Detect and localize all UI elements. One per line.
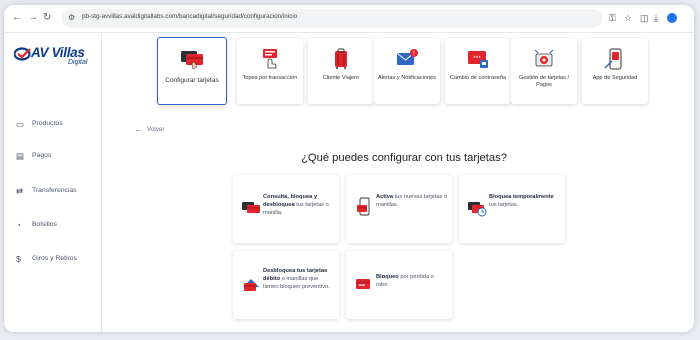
password-icon: ***: [468, 51, 488, 68]
option-card-desbloquea-debito[interactable]: Desbloquea tus tarjetas débito o manilla…: [233, 251, 339, 319]
logo-brand: AV Villas: [31, 45, 85, 60]
temporary-lock-icon: [468, 202, 487, 217]
sidebar-item-productos[interactable]: ▭ Productos: [4, 117, 102, 133]
arrow-left-icon: ←: [134, 124, 143, 134]
sidebar-item-label: Transferencias: [32, 187, 77, 194]
sidebar-item-label: Productos: [32, 120, 63, 127]
browser-toolbar: ← → ↻ ⚙ pb-stg-avvillas.avaldigitallabs.…: [4, 5, 694, 33]
sidebar-item-transferencias[interactable]: ⇄ Transferencias: [4, 184, 102, 200]
sidebar-item-bolsillos[interactable]: ◔ Bolsillos: [4, 218, 102, 234]
top-menu: Configurar tarjetas Topes por transacció…: [154, 37, 648, 108]
tab-cliente-viajero[interactable]: Cliente Viajero: [308, 38, 374, 104]
svg-text:***: ***: [473, 56, 481, 62]
back-link[interactable]: ← Volver: [134, 124, 165, 134]
limits-icon: [263, 49, 277, 69]
card-text: Bloqueo por pérdida o robo.: [376, 274, 434, 288]
tab-alertas-notificaciones[interactable]: ! Alertas y Notificaciones: [374, 38, 440, 104]
card-text: Bloquea temporalmente tus tarjetas.: [489, 194, 554, 208]
star-icon[interactable]: ☆: [624, 12, 632, 24]
cards-hand-icon: [181, 51, 203, 70]
tab-label: Cambio de contraseña: [449, 75, 507, 81]
transfer-icon: ⇄: [16, 186, 24, 196]
security-app-icon: [604, 48, 622, 70]
card-text: Consulta, bloquea y desbloquea tus tarje…: [263, 194, 329, 216]
card-text: Desbloquea tus tarjetas débito o manilla…: [263, 268, 330, 290]
tab-label: Topes por transacción: [242, 75, 298, 81]
logo-sub: Digital: [68, 59, 88, 66]
av-villas-logo-mark-icon: [14, 47, 31, 61]
pocket-icon: ◔: [16, 220, 22, 230]
download-icon[interactable]: ⤓: [654, 12, 658, 24]
option-card-bloquea-temporal[interactable]: Bloquea temporalmente tus tarjetas.: [459, 175, 565, 243]
option-card-activa[interactable]: Activa tus nuevas tarjetas o manillas.: [346, 175, 452, 243]
tab-configurar-tarjetas[interactable]: Configurar tarjetas: [157, 37, 227, 105]
extensions-icon[interactable]: ◫: [640, 12, 649, 24]
option-card-bloqueo-perdida[interactable]: Bloqueo por pérdida o robo.: [346, 251, 452, 319]
sidebar: AV Villas Digital ▭ Productos ▤ Pagos ⇄ …: [4, 33, 102, 332]
sidebar-item-label: Pagos: [32, 152, 52, 159]
address-bar[interactable]: ⚙ pb-stg-avvillas.avaldigitallabs.com/ba…: [62, 9, 602, 28]
product-icon: ▭: [16, 119, 25, 129]
tab-app-seguridad[interactable]: App de Seguridad: [582, 38, 648, 104]
option-card-consulta[interactable]: Consulta, bloquea y desbloquea tus tarje…: [233, 175, 339, 243]
sidebar-item-giros-retiros[interactable]: $ Giros y Retiros: [4, 252, 102, 268]
back-label: Volver: [147, 126, 165, 133]
cards-icon: [242, 202, 260, 213]
tab-label: Configurar tarjetas: [165, 77, 219, 84]
sidebar-item-pagos[interactable]: ▤ Pagos: [4, 149, 102, 165]
tab-label: App de Seguridad: [592, 75, 638, 81]
arrow-left-icon[interactable]: ←: [12, 11, 22, 25]
svg-text:!: !: [413, 50, 415, 57]
tab-label: Cliente Viajero: [322, 75, 360, 81]
av-villas-logo[interactable]: AV Villas Digital: [14, 45, 96, 71]
traveler-icon: [335, 48, 347, 69]
profile-avatar[interactable]: [667, 13, 677, 23]
key-icon[interactable]: ⚿: [609, 12, 616, 24]
page-title: ¿Qué puedes configurar con tus tarjetas?: [301, 152, 507, 164]
tune-icon[interactable]: ⚙: [68, 13, 75, 22]
activate-phone-icon: [357, 197, 370, 216]
browser-window: ← → ↻ ⚙ pb-stg-avvillas.avaldigitallabs.…: [4, 5, 694, 332]
withdraw-icon: $: [16, 254, 21, 264]
arrow-right-icon[interactable]: →: [28, 11, 38, 25]
tab-cambio-contrasena[interactable]: *** Cambio de contraseña: [445, 38, 511, 104]
sidebar-item-label: Giros y Retiros: [32, 255, 77, 262]
card-text: Activa tus nuevas tarjetas o manillas.: [376, 194, 448, 208]
reload-icon[interactable]: ↻: [43, 11, 51, 25]
tab-topes-transaccion[interactable]: Topes por transacción: [237, 38, 303, 104]
lost-card-icon: [356, 279, 370, 289]
unlock-debit-icon: [243, 279, 259, 291]
card-management-icon: [534, 49, 554, 67]
url-text: pb-stg-avvillas.avaldigitallabs.com/banc…: [82, 13, 298, 20]
sidebar-item-label: Bolsillos: [32, 221, 57, 228]
tab-label: Alertas y Notificaciones: [377, 75, 437, 81]
payments-icon: ▤: [16, 151, 25, 161]
alert-mail-icon: !: [396, 49, 418, 65]
tab-label: Gestión de tarjetas / Pagos: [518, 75, 570, 88]
tab-gestion-tarjetas-pagos[interactable]: Gestión de tarjetas / Pagos: [511, 38, 577, 104]
